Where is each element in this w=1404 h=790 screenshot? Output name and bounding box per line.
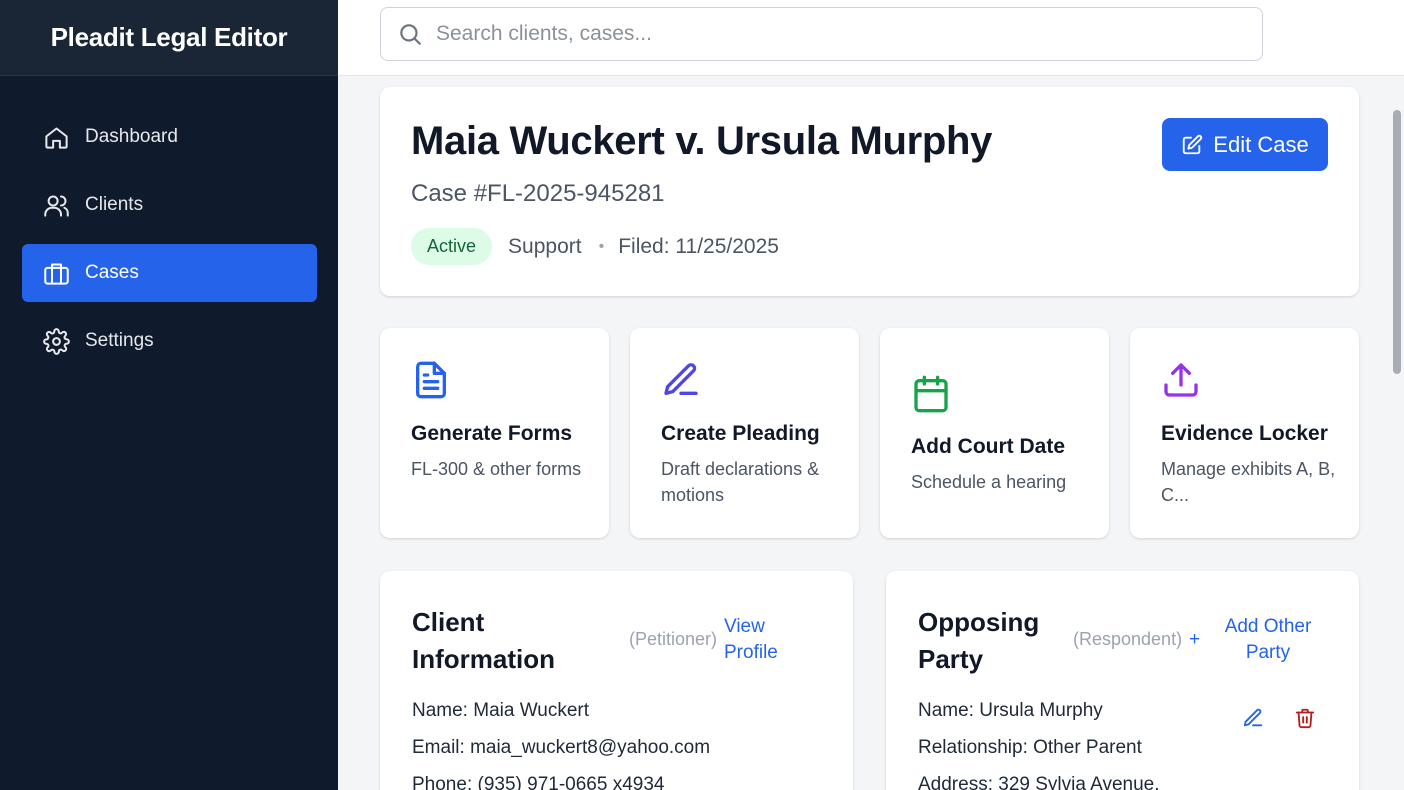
client-name: Name: Maia Wuckert: [412, 700, 590, 721]
action-title: Add Court Date: [911, 435, 1065, 458]
sidebar-item-label: Cases: [85, 262, 139, 283]
client-info-card: Client Information (Petitioner) View Pro…: [380, 571, 853, 790]
calendar-icon: [911, 374, 951, 414]
case-meta: Active Support • Filed: 11/25/2025: [411, 228, 779, 265]
action-title: Generate Forms: [411, 422, 573, 445]
view-profile-link[interactable]: View Profile: [724, 614, 804, 666]
pen-icon: [661, 360, 701, 400]
filed-date: Filed: 11/25/2025: [618, 234, 779, 258]
add-other-party-link[interactable]: Add Other Party: [1218, 614, 1318, 666]
edit-case-label: Edit Case: [1213, 131, 1309, 157]
briefcase-icon: [42, 259, 70, 287]
app-brand: Pleadit Legal Editor: [0, 0, 338, 76]
document-icon: [411, 360, 451, 400]
delete-party-button[interactable]: [1292, 705, 1318, 731]
opposing-name: Name: Ursula Murphy: [918, 700, 1103, 721]
add-icon[interactable]: +: [1189, 627, 1200, 653]
opposing-relationship: Relationship: Other Parent: [918, 737, 1142, 758]
client-role: (Petitioner): [629, 629, 718, 649]
opposing-role: (Respondent): [1073, 629, 1183, 649]
opposing-party-title: Opposing Party: [918, 607, 1040, 674]
sidebar-item-label: Clients: [85, 194, 144, 215]
users-icon: [42, 191, 70, 219]
scrollbar-thumb[interactable]: [1393, 110, 1401, 374]
opposing-party-card: Opposing Party (Respondent) + Add Other …: [886, 571, 1359, 790]
client-email: Email: maia_wuckert8@yahoo.com: [412, 737, 711, 758]
search-input[interactable]: [436, 22, 1236, 46]
app-title: Pleadit Legal Editor: [50, 22, 288, 52]
action-title: Create Pleading: [661, 422, 820, 445]
home-icon: [42, 123, 70, 151]
client-phone: Phone: (935) 971-0665 x4934: [412, 774, 665, 790]
evidence-locker-card[interactable]: Evidence Locker Manage exhibits A, B, C.…: [1130, 328, 1359, 538]
client-info-title: Client Information: [412, 607, 555, 674]
action-title: Evidence Locker: [1161, 422, 1328, 445]
action-description: Manage exhibits A, B, C...: [1161, 459, 1336, 505]
action-description: Schedule a hearing: [911, 472, 1067, 492]
sidebar: Pleadit Legal Editor Dashboard Clients C…: [0, 0, 338, 790]
case-header-card: Maia Wuckert v. Ursula Murphy Case #FL-2…: [380, 87, 1359, 296]
case-number: Case #FL-2025-945281: [411, 180, 665, 207]
sidebar-nav: Dashboard Clients Cases Settings: [22, 108, 317, 380]
pencil-icon: [1243, 708, 1263, 727]
trash-icon: [1295, 708, 1315, 729]
generate-forms-card[interactable]: Generate Forms FL-300 & other forms: [380, 328, 609, 538]
opposing-address: Address: 329 Sylvia Avenue,: [918, 774, 1160, 790]
search-icon: [400, 24, 421, 45]
upload-icon: [1161, 360, 1201, 400]
edit-icon: [1183, 134, 1203, 154]
page-title: Maia Wuckert v. Ursula Murphy: [411, 119, 993, 163]
sidebar-item-settings[interactable]: Settings: [22, 312, 317, 370]
status-badge: Active: [411, 228, 493, 265]
sidebar-item-label: Dashboard: [85, 126, 178, 147]
action-description: FL-300 & other forms: [411, 459, 582, 479]
action-description: Draft declarations & motions: [661, 459, 820, 505]
sidebar-item-cases[interactable]: Cases: [22, 244, 317, 302]
gear-icon: [42, 327, 70, 355]
edit-case-button[interactable]: Edit Case: [1162, 118, 1328, 171]
sidebar-item-label: Settings: [85, 330, 154, 351]
edit-party-button[interactable]: [1240, 705, 1266, 731]
add-court-date-card[interactable]: Add Court Date Schedule a hearing: [880, 328, 1109, 538]
top-bar: [338, 0, 1404, 76]
sidebar-item-clients[interactable]: Clients: [22, 176, 317, 234]
create-pleading-card[interactable]: Create Pleading Draft declarations & mot…: [630, 328, 859, 538]
search-box[interactable]: [380, 7, 1263, 61]
sidebar-item-dashboard[interactable]: Dashboard: [22, 108, 317, 166]
meta-separator: •: [598, 237, 605, 255]
case-type: Support: [508, 234, 582, 258]
